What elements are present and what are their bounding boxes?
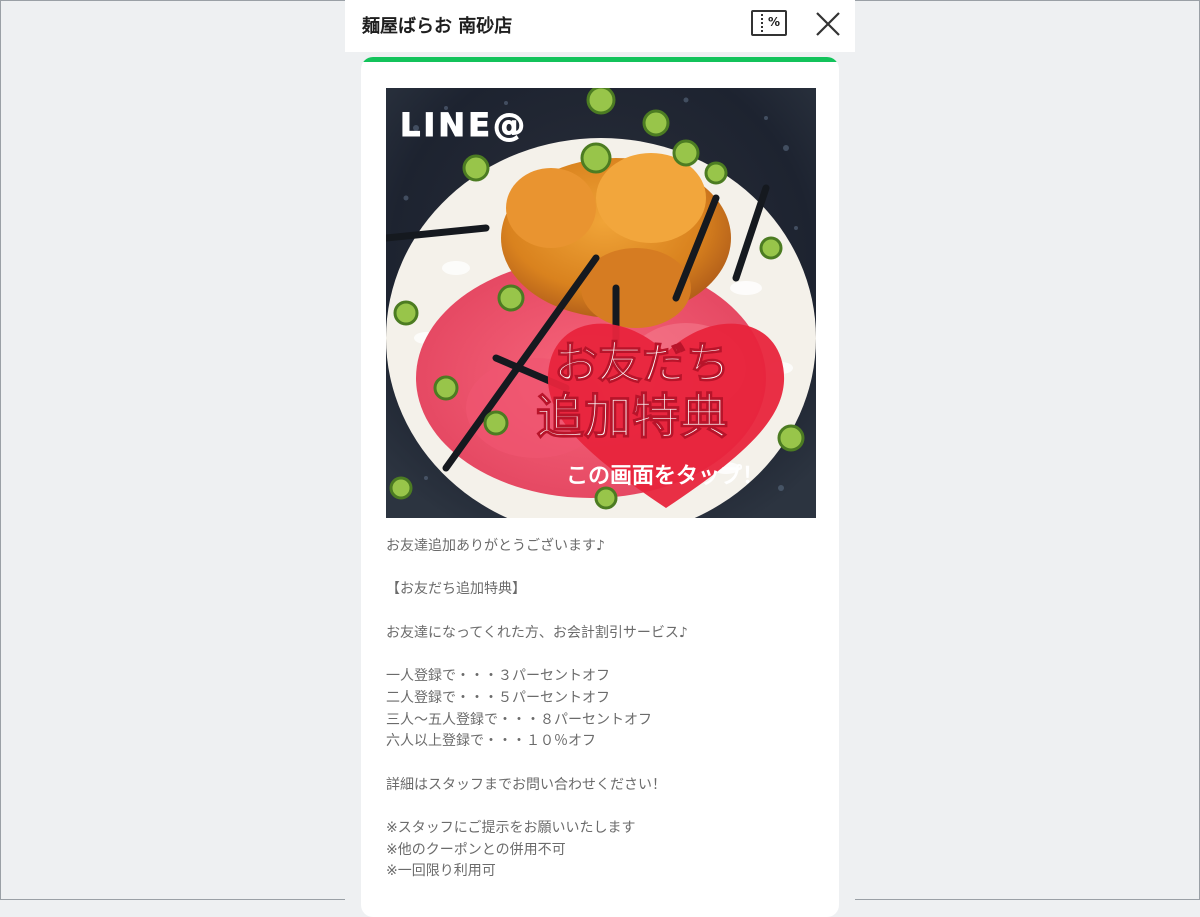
tier-2: 二人登録で・・・５パーセントオフ — [386, 689, 610, 706]
note-2: ※他のクーポンとの併用不可 — [386, 841, 566, 858]
close-icon — [816, 12, 840, 36]
coupon-description: お友達追加ありがとうございます♪ 【お友だち追加特典】 お友達になってくれた方、… — [386, 536, 826, 883]
intro-text: お友達になってくれた方、お会計割引サービス♪ — [386, 624, 688, 641]
tap-cta: この画面をタップ！ — [566, 464, 764, 489]
headline-line2: 追加特典 — [536, 389, 728, 445]
coupon-image[interactable]: LINE@ お友だち 追加特典 この画面をタップ！ — [386, 88, 816, 518]
line-logo: LINE@ — [400, 106, 528, 144]
card-accent-bar — [361, 57, 839, 62]
tier-4: 六人以上登録で・・・１０％オフ — [386, 733, 596, 750]
note-3: ※一回限り利用可 — [386, 863, 496, 880]
note-1: ※スタッフにご提示をお願いいたします — [386, 820, 636, 837]
headline-line1: お友だち — [554, 338, 730, 389]
tier-3: 三人〜五人登録で・・・８パーセントオフ — [386, 711, 652, 728]
coupon-card: LINE@ お友だち 追加特典 この画面をタップ！ お友達追加ありがとうございま… — [361, 57, 839, 917]
header-bar: 麺屋ばらお 南砂店 % — [345, 0, 855, 52]
section-title: 【お友だち追加特典】 — [386, 581, 526, 598]
coupon-photo: LINE@ お友だち 追加特典 この画面をタップ！ — [386, 88, 816, 518]
shop-title: 麺屋ばらお 南砂店 — [362, 16, 513, 37]
coupon-viewer: 麺屋ばらお 南砂店 % LINE@ お友だち 追加特典 この画面をタップ！ お友… — [345, 0, 855, 917]
details-text: 詳細はスタッフまでお問い合わせください！ — [386, 776, 666, 793]
coupon-percent-icon — [761, 14, 763, 32]
greeting-text: お友達追加ありがとうございます♪ — [386, 538, 605, 554]
coupon-button[interactable]: % — [751, 10, 787, 36]
coupon-percent-label: % — [768, 15, 781, 29]
tier-1: 一人登録で・・・３パーセントオフ — [386, 668, 610, 685]
close-button[interactable] — [813, 9, 843, 39]
